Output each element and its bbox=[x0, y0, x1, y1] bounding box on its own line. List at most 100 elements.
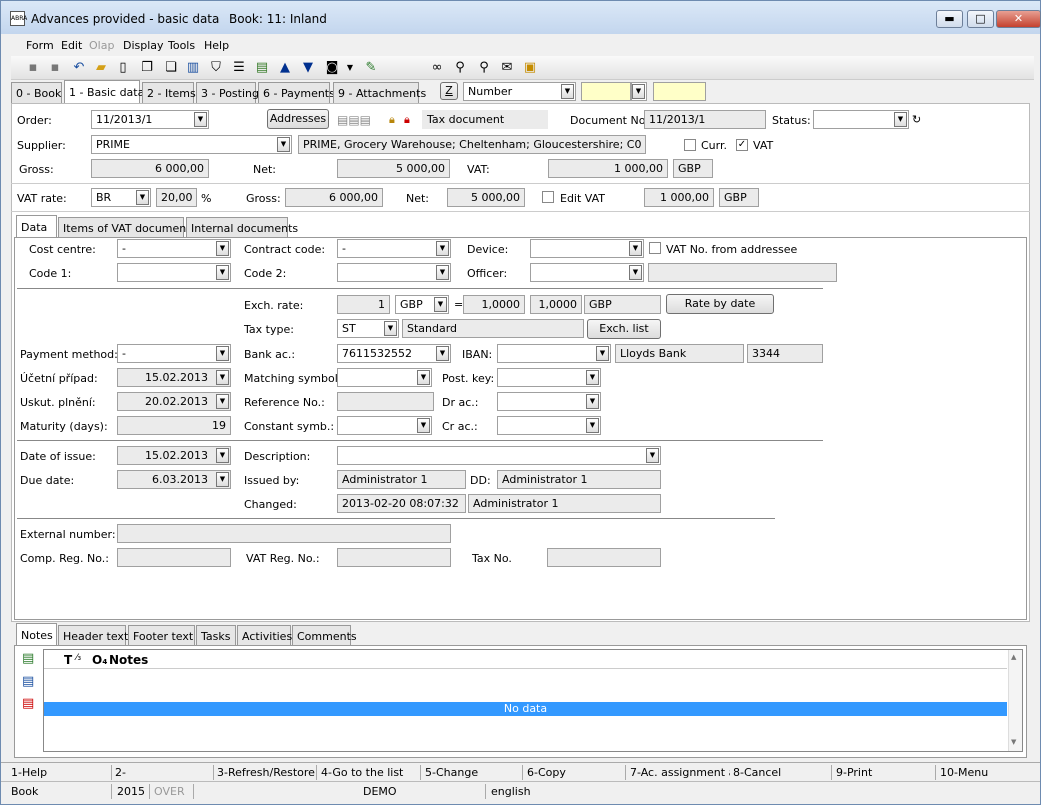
menu-display[interactable]: Display bbox=[123, 39, 164, 52]
export-icon[interactable]: ▣ bbox=[522, 60, 538, 76]
supplier-field[interactable]: PRIME ▼ bbox=[91, 135, 292, 154]
duplicate-icon[interactable]: ❏ bbox=[163, 60, 179, 76]
menu-tools[interactable]: Tools bbox=[168, 39, 195, 52]
search-field-1[interactable] bbox=[581, 82, 631, 101]
officer-select[interactable]: ▼ bbox=[530, 263, 644, 282]
tab-comments[interactable]: Comments bbox=[292, 625, 357, 646]
menu-form[interactable]: Form bbox=[26, 39, 54, 52]
mail-icon[interactable]: ✉ bbox=[499, 60, 515, 76]
copy-document-icon[interactable]: ❐ bbox=[139, 60, 155, 76]
contract-select[interactable]: - ▼ bbox=[337, 239, 451, 258]
menu-help[interactable]: Help bbox=[204, 39, 229, 52]
filter-list-icon[interactable]: ☰ bbox=[231, 60, 247, 76]
search-dropdown[interactable]: ▼ bbox=[631, 82, 647, 101]
tab-posting[interactable]: 3 - Posting bbox=[196, 82, 259, 103]
search-field-2[interactable] bbox=[653, 82, 706, 101]
matching-select[interactable]: ▼ bbox=[337, 368, 432, 387]
tab-data[interactable]: Data bbox=[16, 215, 57, 238]
close-button[interactable]: ✕ bbox=[996, 10, 1041, 28]
iban-select[interactable]: ▼ bbox=[497, 344, 611, 363]
new-document-icon[interactable]: ▯ bbox=[115, 60, 131, 76]
fkey-5[interactable]: 5-Change bbox=[425, 766, 478, 779]
sort-field-select[interactable]: Number ▼ bbox=[463, 82, 576, 101]
tab-notes[interactable]: Notes bbox=[16, 623, 57, 646]
fkey-7[interactable]: 7-Ac. assignment an bbox=[630, 766, 730, 779]
lock-red-icon[interactable]: 🔒︎ bbox=[404, 113, 410, 127]
ucetni-field[interactable]: 15.02.2013 ▼ bbox=[117, 368, 231, 387]
scroll-down-icon[interactable]: ▼ bbox=[1011, 738, 1016, 746]
fkey-1[interactable]: 1-Help bbox=[11, 766, 47, 779]
external-field[interactable] bbox=[117, 524, 451, 543]
fkey-6[interactable]: 6-Copy bbox=[527, 766, 566, 779]
add-note-icon[interactable]: ▤ bbox=[22, 651, 34, 666]
wrench-icon[interactable]: ✎ bbox=[363, 60, 379, 76]
addresses-button[interactable]: Addresses bbox=[267, 109, 329, 129]
open-folder-icon[interactable]: ▰ bbox=[93, 60, 109, 76]
lock-icon[interactable]: 🔒︎ bbox=[389, 113, 395, 127]
bank-select[interactable]: 7611532552 ▼ bbox=[337, 344, 451, 363]
vat-from-addr-checkbox[interactable] bbox=[649, 242, 661, 254]
constant-select[interactable]: ▼ bbox=[337, 416, 432, 435]
tab-tasks[interactable]: Tasks bbox=[196, 625, 236, 646]
order-field[interactable]: 11/2013/1 ▼ bbox=[91, 110, 209, 129]
find-prev-icon[interactable]: ⚲ bbox=[476, 60, 492, 76]
arrow-down-icon[interactable]: ▼ bbox=[300, 60, 316, 76]
fkey-10[interactable]: 10-Menu bbox=[940, 766, 988, 779]
device-select[interactable]: ▼ bbox=[530, 239, 644, 258]
vat-reg-field[interactable] bbox=[337, 548, 451, 567]
notes-col-o[interactable]: O₄ bbox=[92, 653, 107, 667]
tab-activities[interactable]: Activities bbox=[237, 625, 292, 646]
curr-checkbox[interactable] bbox=[684, 139, 696, 151]
fkey-4[interactable]: 4-Go to the list bbox=[321, 766, 403, 779]
fkey-9[interactable]: 9-Print bbox=[836, 766, 872, 779]
tab-header-text[interactable]: Header text bbox=[58, 625, 128, 646]
due-field[interactable]: 6.03.2013 ▼ bbox=[117, 470, 231, 489]
fkey-2[interactable]: 2- bbox=[115, 766, 126, 779]
cost-centre-select[interactable]: - ▼ bbox=[117, 239, 231, 258]
tab-attachments[interactable]: 9 - Attachments bbox=[333, 82, 426, 103]
stack-icon[interactable]: ▤ bbox=[254, 60, 270, 76]
payment-method-select[interactable]: - ▼ bbox=[117, 344, 231, 363]
notes-col-notes[interactable]: Notes bbox=[109, 653, 148, 667]
exch-currency-select[interactable]: GBP ▼ bbox=[395, 295, 449, 314]
comp-reg-field[interactable] bbox=[117, 548, 231, 567]
delete-note-icon[interactable]: ▤ bbox=[22, 696, 34, 711]
notes-scrollbar[interactable] bbox=[1008, 650, 1022, 751]
cr-select[interactable]: ▼ bbox=[497, 416, 601, 435]
camera-icon[interactable]: ◙ bbox=[324, 60, 340, 76]
history-icon[interactable]: ↻ bbox=[912, 113, 921, 126]
vat-rate-select[interactable]: BR ▼ bbox=[91, 188, 151, 207]
tax-type-select[interactable]: ST ▼ bbox=[337, 319, 399, 338]
edit-vat-checkbox[interactable] bbox=[542, 191, 554, 203]
filter-icon[interactable]: ⛉ bbox=[208, 60, 224, 76]
uskut-field[interactable]: 20.02.2013 ▼ bbox=[117, 392, 231, 411]
exch-list-button[interactable]: Exch. list bbox=[587, 319, 661, 339]
notes-col-sort[interactable]: ⁄₃ bbox=[76, 653, 81, 663]
code2-select[interactable]: ▼ bbox=[337, 263, 451, 282]
vat-checkbox[interactable]: ✓ bbox=[736, 139, 748, 151]
maximize-button[interactable]: □ bbox=[967, 10, 994, 28]
tab-payments[interactable]: 6 - Payments bbox=[258, 82, 335, 103]
menu-edit[interactable]: Edit bbox=[61, 39, 82, 52]
fkey-3[interactable]: 3-Refresh/Restore bbox=[217, 766, 315, 779]
dr-select[interactable]: ▼ bbox=[497, 392, 601, 411]
minimize-button[interactable]: ▬ bbox=[936, 10, 963, 28]
undo-icon[interactable]: ↶ bbox=[71, 60, 87, 76]
find-next-icon[interactable]: ⚲ bbox=[452, 60, 468, 76]
tab-footer-text[interactable]: Footer text bbox=[128, 625, 195, 646]
tab-basic-data[interactable]: 1 - Basic data bbox=[64, 80, 144, 103]
edit-note-icon[interactable]: ▤ bbox=[22, 674, 34, 689]
reference-field[interactable] bbox=[337, 392, 434, 411]
tab-items[interactable]: 2 - Items bbox=[142, 82, 196, 103]
rate-by-date-button[interactable]: Rate by date bbox=[666, 294, 774, 314]
scroll-up-icon[interactable]: ▲ bbox=[1011, 653, 1016, 661]
arrow-up-icon[interactable]: ▲ bbox=[277, 60, 293, 76]
code1-select[interactable]: ▼ bbox=[117, 263, 231, 282]
save-as-icon[interactable]: ▪ bbox=[47, 60, 63, 76]
save-icon[interactable]: ▪ bbox=[25, 60, 41, 76]
sort-z-button[interactable]: Z bbox=[440, 82, 458, 100]
issue-field[interactable]: 15.02.2013 ▼ bbox=[117, 446, 231, 465]
description-select[interactable]: ▼ bbox=[337, 446, 661, 465]
tab-book[interactable]: 0 - Book bbox=[11, 82, 62, 103]
dropdown-arrow-icon[interactable]: ▼ bbox=[342, 60, 358, 76]
